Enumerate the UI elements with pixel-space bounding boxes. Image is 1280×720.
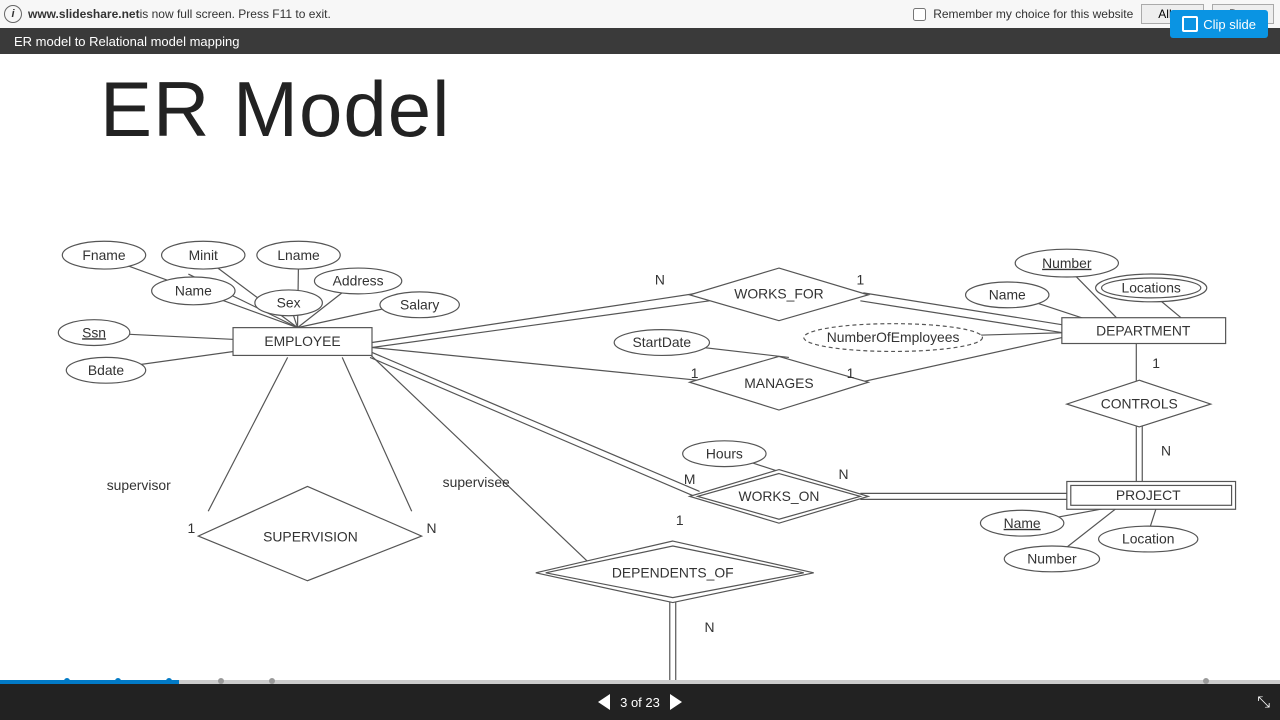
notif-msg: is now full screen. Press F11 to exit. xyxy=(140,7,331,21)
svg-text:Number: Number xyxy=(1042,255,1092,271)
svg-text:1: 1 xyxy=(691,365,699,381)
er-diagram: EMPLOYEE DEPARTMENT PROJECT DEPENDENT Fn… xyxy=(30,144,1250,680)
prev-slide-button[interactable] xyxy=(598,694,610,710)
svg-text:1: 1 xyxy=(187,520,195,536)
svg-text:DEPENDENTS_OF: DEPENDENTS_OF xyxy=(612,564,734,580)
svg-text:Name: Name xyxy=(1004,515,1041,531)
svg-text:N: N xyxy=(704,619,714,635)
svg-text:Hours: Hours xyxy=(706,445,743,461)
svg-text:Salary: Salary xyxy=(400,296,439,312)
svg-text:Sex: Sex xyxy=(277,294,301,310)
svg-text:N: N xyxy=(1161,442,1171,458)
svg-text:supervisor: supervisor xyxy=(107,477,171,493)
svg-text:MANAGES: MANAGES xyxy=(744,375,813,391)
slide-title: ER Model xyxy=(100,64,1280,155)
svg-text:Ssn: Ssn xyxy=(82,324,106,340)
next-slide-button[interactable] xyxy=(670,694,682,710)
svg-text:N: N xyxy=(427,520,437,536)
svg-text:WORKS_ON: WORKS_ON xyxy=(738,488,819,504)
remember-checkbox[interactable]: Remember my choice for this website xyxy=(909,5,1133,24)
svg-text:Location: Location xyxy=(1122,531,1174,547)
svg-text:Name: Name xyxy=(989,287,1026,303)
svg-text:Address: Address xyxy=(333,273,384,289)
slide-content: ER Model EMPLOYEE DEPARTMENT PROJECT DEP… xyxy=(0,54,1280,680)
site-name: www.slideshare.net xyxy=(28,7,140,21)
svg-text:Lname: Lname xyxy=(277,247,320,263)
slide-controls: 3 of 23 xyxy=(0,684,1280,720)
svg-text:WORKS_FOR: WORKS_FOR xyxy=(734,286,823,302)
svg-text:SUPERVISION: SUPERVISION xyxy=(263,529,358,545)
page-indicator: 3 of 23 xyxy=(620,695,660,710)
svg-text:Bdate: Bdate xyxy=(88,362,125,378)
svg-text:Fname: Fname xyxy=(82,247,125,263)
svg-text:N: N xyxy=(655,272,665,288)
svg-text:Minit: Minit xyxy=(189,247,218,263)
info-icon: i xyxy=(4,5,22,23)
svg-text:1: 1 xyxy=(856,272,864,288)
svg-text:1: 1 xyxy=(847,365,855,381)
svg-text:1: 1 xyxy=(676,512,684,528)
svg-text:NumberOfEmployees: NumberOfEmployees xyxy=(827,329,960,345)
clip-icon xyxy=(1182,16,1198,32)
svg-text:StartDate: StartDate xyxy=(633,334,692,350)
svg-text:Number: Number xyxy=(1027,551,1077,567)
svg-text:Locations: Locations xyxy=(1121,280,1180,296)
presentation-title: ER model to Relational model mapping xyxy=(0,28,1280,54)
svg-text:CONTROLS: CONTROLS xyxy=(1101,396,1178,412)
svg-text:N: N xyxy=(838,466,848,482)
entity-employee: EMPLOYEE xyxy=(264,333,340,349)
svg-text:M: M xyxy=(684,471,696,487)
svg-text:1: 1 xyxy=(1152,355,1160,371)
clip-slide-button[interactable]: Clip slide xyxy=(1170,10,1268,38)
entity-department: DEPARTMENT xyxy=(1096,322,1191,338)
svg-text:supervisee: supervisee xyxy=(443,474,510,490)
svg-text:Name: Name xyxy=(175,283,212,299)
entity-project: PROJECT xyxy=(1116,487,1181,503)
exit-fullscreen-icon[interactable]: ⤡ xyxy=(1257,694,1270,712)
fullscreen-notification: i www.slideshare.net is now full screen.… xyxy=(0,0,1280,29)
